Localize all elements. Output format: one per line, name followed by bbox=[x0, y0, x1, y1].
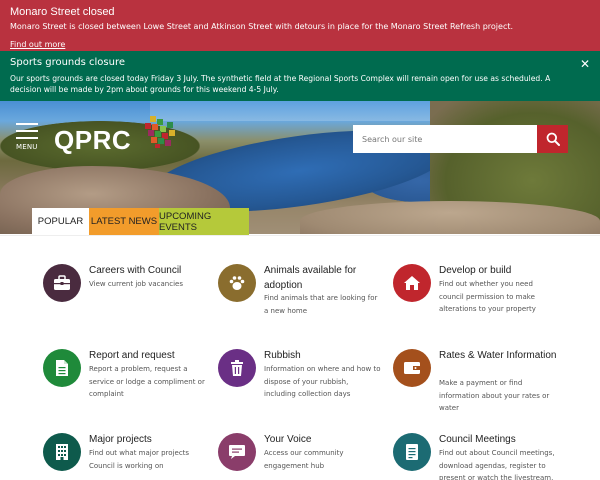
search-icon bbox=[546, 132, 560, 146]
alert-sports-closure: Sports grounds closure Our sports ground… bbox=[0, 51, 600, 101]
popular-links-panel: Careers with Council View current job va… bbox=[0, 235, 600, 480]
content-tabs: POPULAR LATEST NEWS UPCOMING EVENTS bbox=[32, 208, 249, 235]
tab-latest-news[interactable]: LATEST NEWS bbox=[89, 208, 159, 235]
card-title: Your Voice bbox=[264, 434, 312, 445]
search-button[interactable] bbox=[537, 125, 568, 153]
paw-icon bbox=[218, 264, 256, 302]
card-description: View current job vacancies bbox=[89, 280, 183, 288]
menu-label: MENU bbox=[16, 143, 38, 151]
card-title: Develop or build bbox=[439, 265, 512, 276]
card-title: Careers with Council bbox=[89, 265, 182, 276]
alert-road-closure: Monaro Street closed Monaro Street is cl… bbox=[0, 0, 600, 51]
card-description: Find out about Council meetings, downloa… bbox=[439, 449, 555, 480]
site-logo[interactable]: QPRC bbox=[54, 125, 131, 156]
card-description: Find out what major projects Council is … bbox=[89, 449, 190, 470]
card-description: Access our community engagement hub bbox=[264, 449, 344, 470]
card-title: Rubbish bbox=[264, 350, 301, 361]
briefcase-icon bbox=[43, 264, 81, 302]
house-icon bbox=[393, 264, 431, 302]
search-input[interactable] bbox=[353, 125, 537, 153]
agenda-icon bbox=[393, 433, 431, 471]
card-description: Report a problem, request a service or l… bbox=[89, 365, 205, 398]
logo-mosaic-icon bbox=[143, 116, 175, 148]
alert-text: Our sports grounds are closed today Frid… bbox=[10, 74, 551, 94]
tab-popular[interactable]: POPULAR bbox=[32, 208, 89, 235]
speech-bubble-icon bbox=[218, 433, 256, 471]
card-description: Find animals that are looking for a new … bbox=[264, 294, 378, 315]
find-out-more-link[interactable]: Find out more bbox=[10, 40, 65, 50]
site-search bbox=[353, 125, 568, 153]
card-description: Find out whether you need council permis… bbox=[439, 280, 536, 313]
tab-upcoming-events[interactable]: UPCOMING EVENTS bbox=[159, 208, 249, 235]
menu-button[interactable]: MENU bbox=[16, 123, 40, 151]
card-title: Rates & Water Information bbox=[439, 350, 557, 361]
trash-icon bbox=[218, 349, 256, 387]
alert-text: Monaro Street is closed between Lowe Str… bbox=[10, 22, 514, 31]
wallet-icon bbox=[393, 349, 431, 387]
alert-title: Monaro Street closed bbox=[10, 6, 115, 18]
building-icon bbox=[43, 433, 81, 471]
document-icon bbox=[43, 349, 81, 387]
alert-title: Sports grounds closure bbox=[10, 57, 125, 68]
hamburger-icon bbox=[16, 123, 38, 125]
card-title: Report and request bbox=[89, 350, 175, 361]
close-icon[interactable]: ✕ bbox=[580, 57, 590, 71]
card-description: Information on where and how to dispose … bbox=[264, 365, 381, 398]
card-title: Major projects bbox=[89, 434, 152, 445]
card-description: Make a payment or find information about… bbox=[439, 379, 550, 412]
card-title: Animals available for adoption bbox=[264, 265, 357, 291]
card-title: Council Meetings bbox=[439, 434, 516, 445]
